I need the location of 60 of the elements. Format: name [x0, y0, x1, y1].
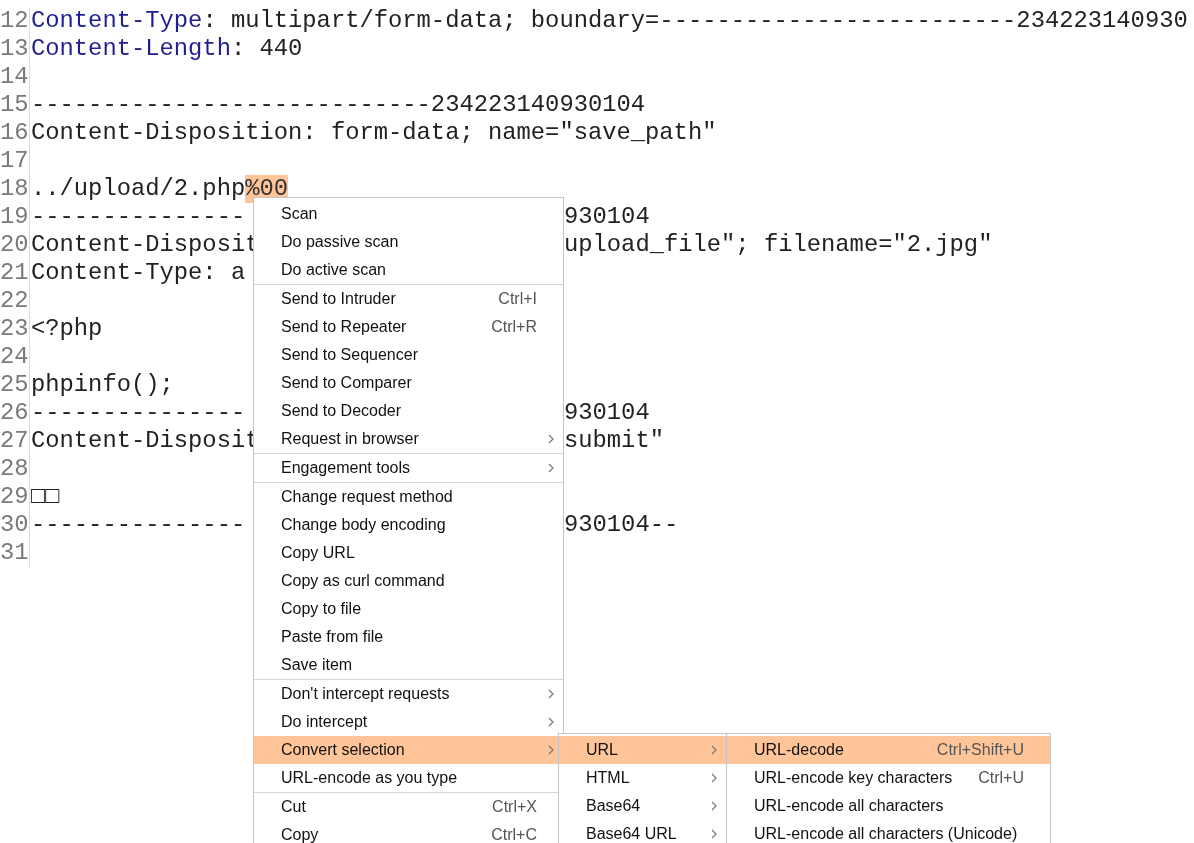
line-number: 18	[0, 175, 30, 203]
code-text: □□	[31, 483, 60, 511]
code-text: phpinfo();	[31, 371, 174, 399]
code-text: : 440	[230, 35, 303, 63]
line-number: 15	[0, 91, 30, 119]
line-number: 17	[0, 147, 30, 175]
code-text: 930104	[564, 203, 650, 231]
line-number: 20	[0, 231, 30, 259]
menu-item[interactable]: Send to Repeater Ctrl+R	[254, 313, 563, 341]
code-text: Content-Disposition: form-data; name="save_path"	[31, 119, 717, 147]
menu-item[interactable]: URL-decode Ctrl+Shift+U	[727, 736, 1050, 764]
code-text: Content-Type: a	[31, 259, 246, 287]
menu-item[interactable]: URL	[559, 736, 726, 764]
code-text: submit"	[564, 427, 664, 455]
menu-item[interactable]: Change request method	[254, 483, 563, 511]
line-number: 27	[0, 427, 30, 455]
line-number: 21	[0, 259, 30, 287]
line-number: 29	[0, 483, 30, 511]
menu-item[interactable]: Copy as curl command	[254, 567, 563, 595]
menu-item[interactable]: Paste from file	[254, 623, 563, 651]
menu-item[interactable]: Save item	[254, 651, 563, 679]
line-number: 26	[0, 399, 30, 427]
menu-item[interactable]: URL-encode all characters	[727, 792, 1050, 820]
line-number: 14	[0, 63, 30, 91]
line-number: 12	[0, 7, 30, 35]
menu-item[interactable]: Scan	[254, 200, 563, 228]
menu-item[interactable]: Send to Comparer	[254, 369, 563, 397]
code-text: ../upload/2.php	[31, 175, 246, 203]
line-number: 23	[0, 315, 30, 343]
code-text: upload_file"; filename="2.jpg"	[564, 231, 993, 259]
menu-item[interactable]: URL-encode key characters Ctrl+U	[727, 764, 1050, 792]
code-text: <?php	[31, 315, 103, 343]
menu-item[interactable]: Send to Decoder	[254, 397, 563, 425]
menu-item[interactable]: URL-encode all characters (Unicode)	[727, 820, 1050, 843]
code-text: ----------------------------234223140930104	[31, 91, 646, 119]
line-number: 16	[0, 119, 30, 147]
line-number: 30	[0, 511, 30, 539]
code-text: 930104--	[564, 511, 679, 539]
line-number: 28	[0, 455, 30, 483]
line-number: 13	[0, 35, 30, 63]
code-text: : multipart/form-data; boundary=-------------------------234223140930	[202, 7, 1188, 35]
menu-item[interactable]: Copy to file	[254, 595, 563, 623]
code-text: 930104	[564, 399, 650, 427]
code-text: ---------------	[31, 399, 246, 427]
line-number: 22	[0, 287, 30, 315]
header-name: Content-Length	[31, 35, 231, 63]
menu-item[interactable]: Change body encoding	[254, 511, 563, 539]
line-number: 25	[0, 371, 30, 399]
line-number: 19	[0, 203, 30, 231]
menu-item[interactable]: Do active scan	[254, 256, 563, 284]
menu-item[interactable]: Copy URL	[254, 539, 563, 567]
header-name: Content-Type	[31, 7, 203, 35]
menu-item[interactable]: Send to Sequencer	[254, 341, 563, 369]
menu-item[interactable]: Send to Intruder Ctrl+I	[254, 285, 563, 313]
line-number: 24	[0, 343, 30, 371]
code-text: ---------------	[31, 511, 246, 539]
menu-item[interactable]: Don't intercept requests	[254, 680, 563, 708]
code-text: ---------------	[31, 203, 246, 231]
line-number: 31	[0, 539, 30, 567]
menu-item[interactable]: Engagement tools	[254, 454, 563, 482]
